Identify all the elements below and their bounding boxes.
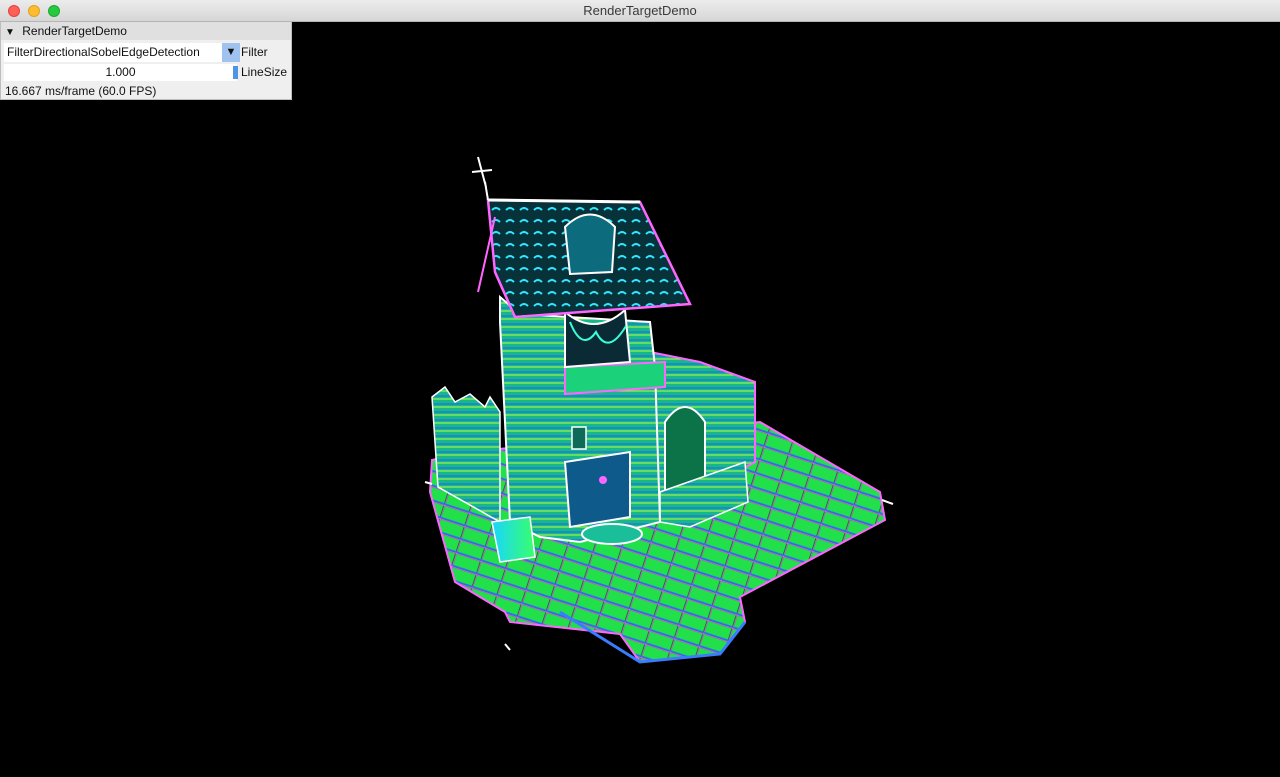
slider-grab-handle[interactable] [233,66,238,79]
minimize-window-button[interactable] [28,5,40,17]
scene-render [424,156,894,664]
linesize-label: LineSize [241,65,288,79]
window-title: RenderTargetDemo [583,3,697,18]
filter-label: Filter [241,45,268,59]
debug-panel: ▼ RenderTargetDemo FilterDirectionalSobe… [0,22,292,100]
filter-row: FilterDirectionalSobelEdgeDetection ▼ Fi… [4,43,290,62]
frame-stats: 16.667 ms/frame (60.0 FPS) [5,84,157,98]
panel-header[interactable]: ▼ RenderTargetDemo [1,22,291,40]
maximize-window-button[interactable] [48,5,60,17]
app-window: RenderTargetDemo ▼ RenderTargetDemo Filt… [0,0,1280,777]
collapse-triangle-icon[interactable]: ▼ [5,27,15,38]
linesize-row: 1.000 LineSize [4,64,290,81]
close-window-button[interactable] [8,5,20,17]
panel-title: RenderTargetDemo [22,24,127,38]
linesize-slider[interactable]: 1.000 [4,64,238,81]
linesize-value: 1.000 [105,65,136,79]
render-viewport[interactable] [0,22,1280,777]
filter-combo[interactable]: FilterDirectionalSobelEdgeDetection [4,43,222,62]
title-bar[interactable]: RenderTargetDemo [0,0,1280,22]
dropdown-arrow-icon[interactable]: ▼ [222,43,240,62]
